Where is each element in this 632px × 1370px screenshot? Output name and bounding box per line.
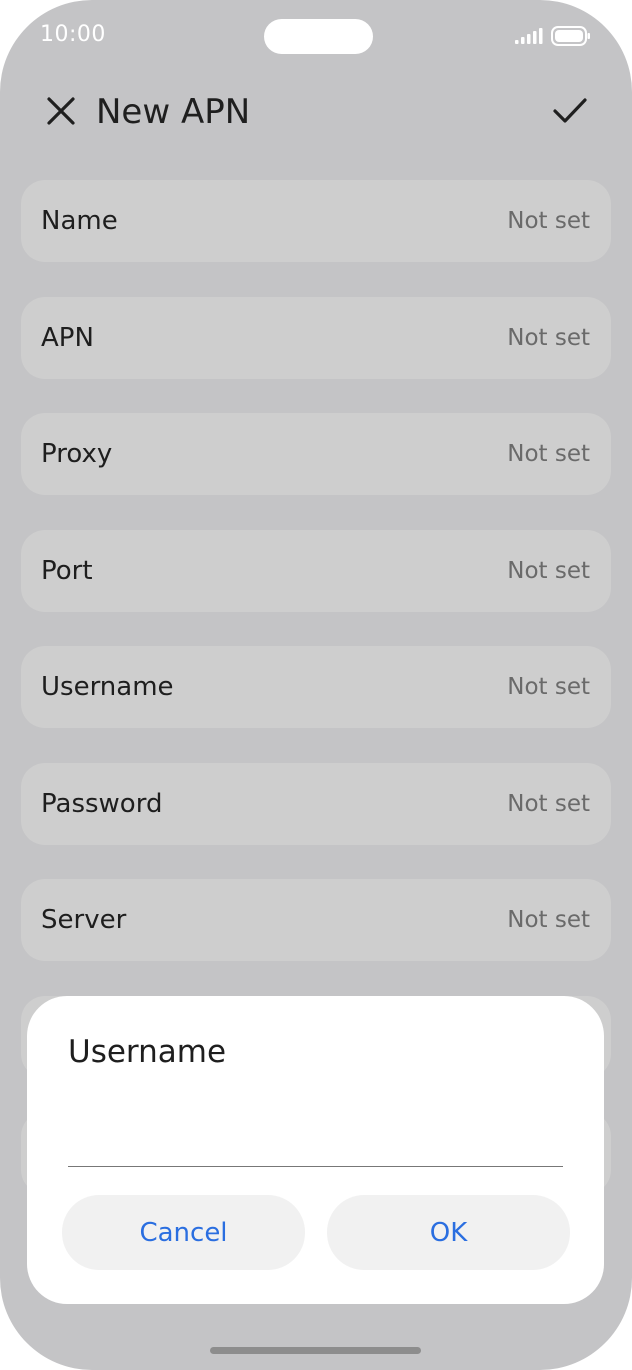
home-indicator[interactable] <box>210 1347 421 1354</box>
field-value: Not set <box>507 208 590 234</box>
apn-field-proxy[interactable]: Proxy Not set <box>21 413 611 495</box>
apn-field-username[interactable]: Username Not set <box>21 646 611 728</box>
apn-field-server[interactable]: Server Not set <box>21 879 611 961</box>
field-label: Password <box>41 788 163 819</box>
field-value: Not set <box>507 557 590 584</box>
apn-field-port[interactable]: Port Not set <box>21 529 611 612</box>
page-title: New APN <box>96 92 251 132</box>
camera-island <box>264 19 373 54</box>
apn-field-apn[interactable]: APN Not set <box>21 296 611 379</box>
close-icon <box>47 97 75 125</box>
battery-icon <box>551 26 590 46</box>
field-label: Username <box>41 672 174 702</box>
signal-icon <box>515 28 543 44</box>
field-value: Not set <box>507 907 590 933</box>
apn-field-password[interactable]: Password Not set <box>21 762 611 845</box>
check-icon <box>553 98 587 123</box>
username-input[interactable] <box>68 1106 563 1167</box>
username-dialog: Username Cancel OK <box>27 996 604 1304</box>
phone-screen: 10:00 New APN Name Not set APN Not set P… <box>0 0 632 1370</box>
apn-field-name[interactable]: Name Not set <box>21 180 611 262</box>
save-button[interactable] <box>547 88 593 134</box>
field-value: Not set <box>507 324 590 351</box>
field-value: Not set <box>507 441 590 467</box>
ok-button[interactable]: OK <box>327 1195 570 1270</box>
field-label: Proxy <box>41 439 113 469</box>
status-time: 10:00 <box>40 22 106 47</box>
dialog-title: Username <box>68 1034 227 1070</box>
field-label: Port <box>41 555 93 586</box>
cancel-button[interactable]: Cancel <box>62 1195 305 1270</box>
field-label: Name <box>41 206 118 236</box>
field-value: Not set <box>507 674 590 700</box>
field-value: Not set <box>507 790 590 817</box>
field-label: APN <box>41 322 94 353</box>
close-button[interactable] <box>40 90 82 132</box>
field-label: Server <box>41 905 127 935</box>
